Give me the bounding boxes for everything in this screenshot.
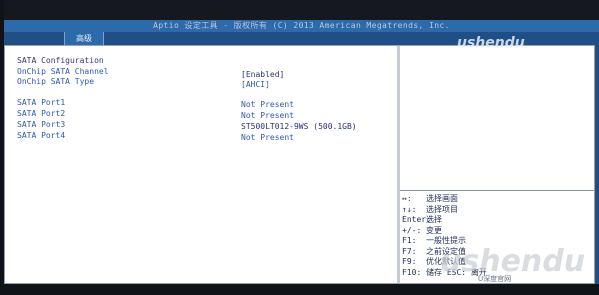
sata-port4-value: Not Present (241, 133, 294, 142)
help-text: 选择画面 (426, 194, 458, 203)
bios-title-bar: Aptio 设定工具 - 版权所有 (C) 2013 American Mega… (4, 20, 599, 32)
watermark-logo-large: ushendu (440, 244, 586, 279)
setting-value-onchip-sata-channel[interactable]: [Enabled] (241, 70, 284, 80)
setting-label-onchip-sata-type[interactable]: OnChip SATA Type (17, 77, 94, 87)
monitor-bezel-bottom (0, 284, 599, 295)
sata-port1-label: SATA Port1 (17, 98, 66, 107)
tab-advanced[interactable]: 高级 (64, 32, 104, 45)
sata-port3-value: ST500LT012-9WS (500.1GB) (241, 122, 357, 131)
sata-port4-label: SATA Port4 (17, 131, 66, 140)
sata-port1-value: Not Present (241, 100, 294, 109)
monitor-bezel-top (0, 0, 599, 20)
help-text: 变更 (426, 226, 442, 235)
section-heading: SATA Configuration (17, 56, 104, 65)
sata-port3-label: SATA Port3 (17, 120, 66, 129)
setting-label-onchip-sata-channel[interactable]: OnChip SATA Channel (17, 67, 109, 77)
help-text: 选择项目 (426, 205, 458, 214)
watermark-subtext: U深度官网 (478, 275, 512, 283)
watermark-logo: ushendu (457, 35, 525, 51)
sata-port2-value: Not Present (241, 111, 294, 120)
settings-pane: SATA Configuration OnChip SATA Channel [… (5, 46, 397, 283)
sata-port2-label: SATA Port2 (17, 109, 66, 118)
setting-value-onchip-sata-type[interactable]: [AHCI] (241, 80, 270, 90)
help-text: 选择 (426, 215, 442, 224)
help-separator (400, 190, 594, 191)
